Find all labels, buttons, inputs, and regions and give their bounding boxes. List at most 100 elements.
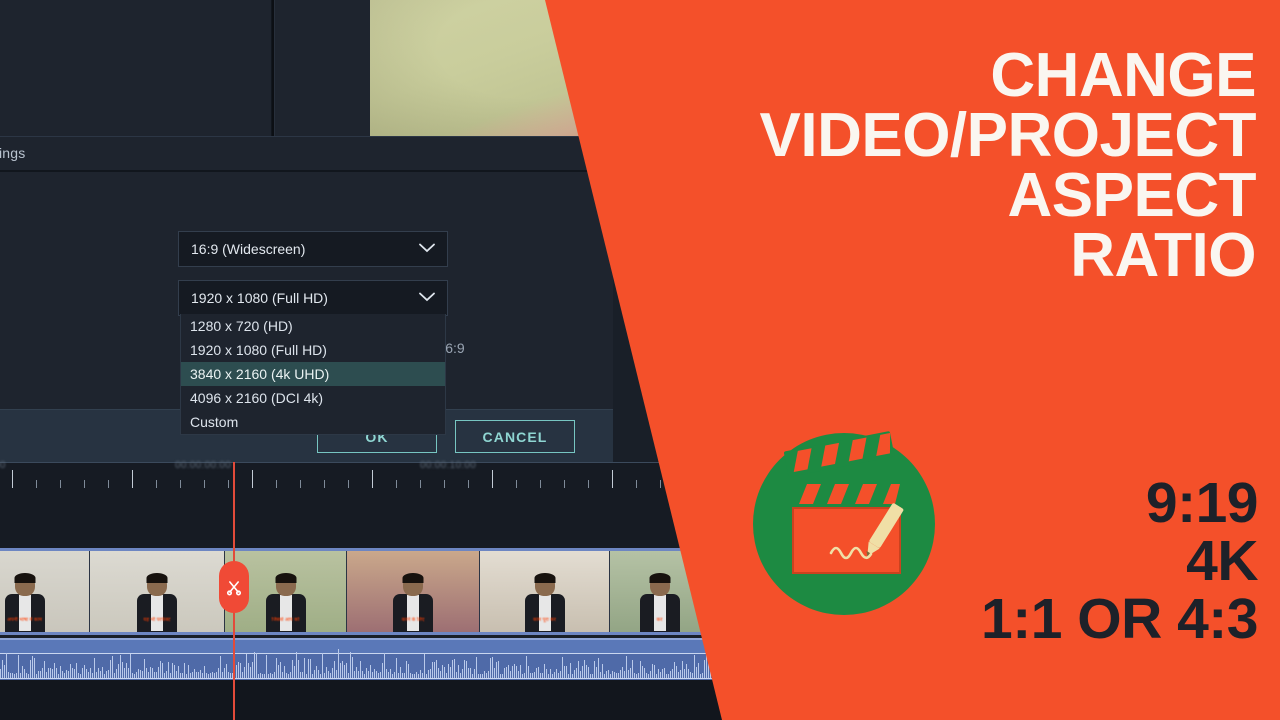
waveform-bar [564,666,565,678]
waveform-bar [76,662,77,678]
ruler-major-tick [612,470,613,488]
waveform-bar [588,667,589,678]
waveform-bar [626,656,627,678]
waveform-bar [624,671,625,678]
cancel-button[interactable]: CANCEL [455,420,575,453]
waveform-bar [112,655,113,678]
waveform-bar [218,667,219,678]
waveform-bar [346,663,347,678]
scissors-icon[interactable] [219,561,249,613]
waveform-bar [328,671,329,678]
waveform-bar [632,660,633,678]
waveform-bar [384,652,385,678]
waveform-bar [594,661,595,678]
waveform-bar [204,666,205,678]
waveform-bar [4,664,5,678]
resolution-option[interactable]: 1920 x 1080 (Full HD) [181,338,445,362]
waveform-bar [326,667,327,678]
ruler-minor-tick [204,480,205,488]
aspect-ratio-select[interactable]: 16:9 (Widescreen) [178,231,448,267]
audio-bottom-line [0,678,760,679]
waveform-bar [240,662,241,678]
waveform-bar [100,671,101,678]
waveform-bar [576,667,577,678]
resolution-option[interactable]: 1280 x 720 (HD) [181,314,445,338]
ruler-timecode: 00:00:00:00 [175,460,232,471]
waveform-bar [448,663,449,678]
waveform-bar [490,658,491,678]
waveform-bar [188,664,189,678]
waveform-bar [366,667,367,678]
waveform-bar [314,670,315,678]
resolution-option[interactable]: 3840 x 2160 (4k UHD) [181,362,445,386]
waveform-bar [116,668,117,678]
thumbnail-title: CHANGE VIDEO/PROJECT ASPECT RATIO [536,44,1257,287]
ruler-minor-tick [636,480,637,488]
waveform-bar [686,664,687,678]
waveform-bar [18,654,19,678]
waveform-bar [584,659,585,678]
video-track[interactable]: अपनी भाषा में काम यह भी परफेक्ट जिससे आप क… [0,551,760,635]
waveform-bar [172,662,173,678]
waveform-bar [370,664,371,678]
waveform-bar [628,669,629,678]
timeline-ruler[interactable]: 00 00:00:00:00 00:00:10:00 [0,460,760,494]
waveform-bar [48,667,49,678]
waveform-bar [450,667,451,678]
resolution-dropdown-list[interactable]: 1280 x 720 (HD) 1920 x 1080 (Full HD) 3840… [180,314,446,435]
waveform-bar [256,652,257,678]
waveform-bar [44,661,45,678]
waveform-bar [238,662,239,678]
waveform-bar [528,666,529,678]
waveform-bar [2,660,3,678]
waveform-bar [310,659,311,678]
audio-track[interactable] [0,638,760,680]
waveform-bar [538,666,539,678]
waveform-bar [142,671,143,678]
resolution-option[interactable]: 4096 x 2160 (DCI 4k) [181,386,445,410]
waveform-bar [496,662,497,678]
waveform-bar [508,665,509,678]
clip-subtitle: करने के लिए [401,617,425,623]
waveform-bar [608,669,609,678]
waveform-bar [462,668,463,678]
waveform-bar [662,669,663,678]
waveform-bar [520,664,521,678]
waveform-bar [332,668,333,678]
waveform-bar [130,653,131,678]
video-clip[interactable]: यह भी परफेक्ट [90,551,225,632]
resolution-select[interactable]: 1920 x 1080 (Full HD) [178,280,448,316]
waveform-bar [470,668,471,678]
waveform-bar [680,670,681,678]
video-clip[interactable]: काम पूरा कर [480,551,610,632]
waveform-bar [254,652,255,678]
aspect-ratio-list: 9:19 4K 1:1 OR 4:3 [658,473,1258,648]
waveform-bar [464,660,465,678]
waveform-bar [110,660,111,678]
waveform-bar [220,655,221,678]
timeline-empty-track[interactable] [0,494,760,548]
video-clip[interactable]: करने के लिए [347,551,480,632]
resolution-value: 1920 x 1080 (Full HD) [191,290,328,306]
waveform-bar [72,668,73,678]
waveform-bar [354,671,355,678]
waveform-bar [560,670,561,678]
ruler-minor-tick [564,480,565,488]
video-clip[interactable]: अपनी भाषा में काम [0,551,90,632]
waveform-bar [296,652,297,678]
waveform-bar [596,666,597,678]
waveform-bar [174,664,175,678]
resolution-option[interactable]: Custom [181,410,445,434]
ruler-minor-tick [180,480,181,488]
ruler-minor-tick [588,480,589,488]
waveform-bar [424,654,425,678]
project-settings-dialog: ings atio: on: ate: 16:9 (Widescreen) 19… [0,136,613,462]
waveform-bar [194,669,195,678]
waveform-bar [612,670,613,678]
waveform-bar [580,670,581,678]
waveform-bar [118,663,119,678]
waveform-bar [630,668,631,678]
waveform-bar [658,668,659,678]
ruler-minor-tick [60,480,61,488]
waveform-bar [224,668,225,678]
